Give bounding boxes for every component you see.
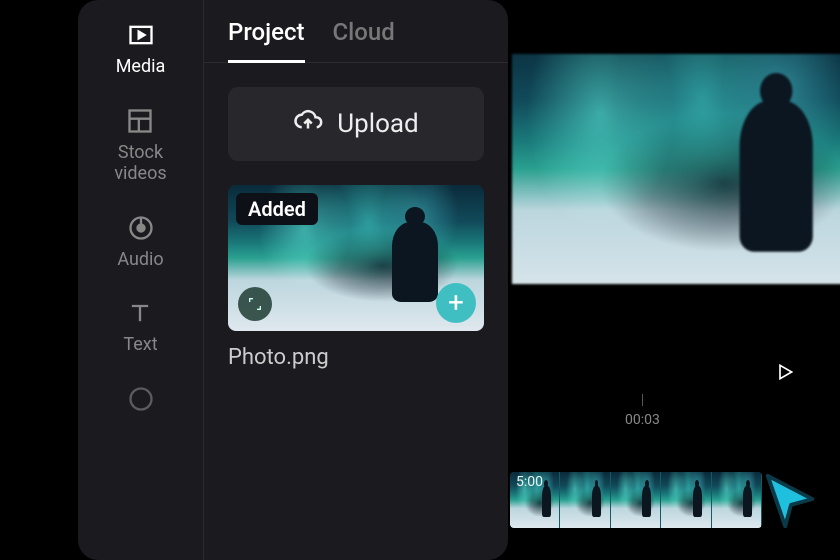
sidebar-item-media[interactable]: Media bbox=[116, 20, 166, 78]
timeline-tick: 00:03 bbox=[625, 412, 660, 428]
add-to-timeline-button[interactable]: + bbox=[436, 283, 476, 323]
media-filename: Photo.png bbox=[228, 345, 484, 370]
media-thumbnail: Added + bbox=[228, 185, 484, 331]
sidebar-label: Text bbox=[123, 334, 157, 356]
tabs: Project Cloud bbox=[204, 18, 508, 63]
upload-button[interactable]: Upload bbox=[228, 87, 484, 161]
sidebar-item-more[interactable] bbox=[126, 384, 156, 414]
media-icon bbox=[126, 20, 156, 50]
upload-label: Upload bbox=[337, 109, 418, 139]
stock-videos-icon bbox=[125, 106, 155, 136]
sidebar-item-stock-videos[interactable]: Stock videos bbox=[114, 106, 166, 185]
more-icon bbox=[126, 384, 156, 414]
expand-button[interactable] bbox=[238, 287, 272, 321]
editor-panel: Media Stock videos Audio bbox=[78, 0, 508, 560]
tab-cloud[interactable]: Cloud bbox=[333, 18, 395, 63]
cloud-upload-icon bbox=[293, 106, 323, 143]
cursor-pointer-icon bbox=[760, 470, 822, 532]
sidebar-label: Stock videos bbox=[114, 142, 166, 185]
tab-project[interactable]: Project bbox=[228, 18, 305, 63]
media-item[interactable]: Added + Photo.png bbox=[228, 185, 484, 370]
text-icon bbox=[125, 298, 155, 328]
sidebar-label: Audio bbox=[117, 249, 163, 271]
audio-icon bbox=[126, 213, 156, 243]
timeline-clip[interactable]: 5:00 bbox=[510, 472, 762, 528]
sidebar-item-audio[interactable]: Audio bbox=[117, 213, 163, 271]
play-button[interactable] bbox=[775, 362, 795, 386]
media-panel: Project Cloud Upload Added bbox=[204, 0, 508, 560]
sidebar-item-text[interactable]: Text bbox=[123, 298, 157, 356]
added-badge: Added bbox=[236, 193, 318, 225]
sidebar: Media Stock videos Audio bbox=[78, 0, 204, 560]
clip-duration: 5:00 bbox=[516, 474, 543, 490]
sidebar-label: Media bbox=[116, 56, 166, 78]
preview-viewport bbox=[512, 54, 840, 284]
